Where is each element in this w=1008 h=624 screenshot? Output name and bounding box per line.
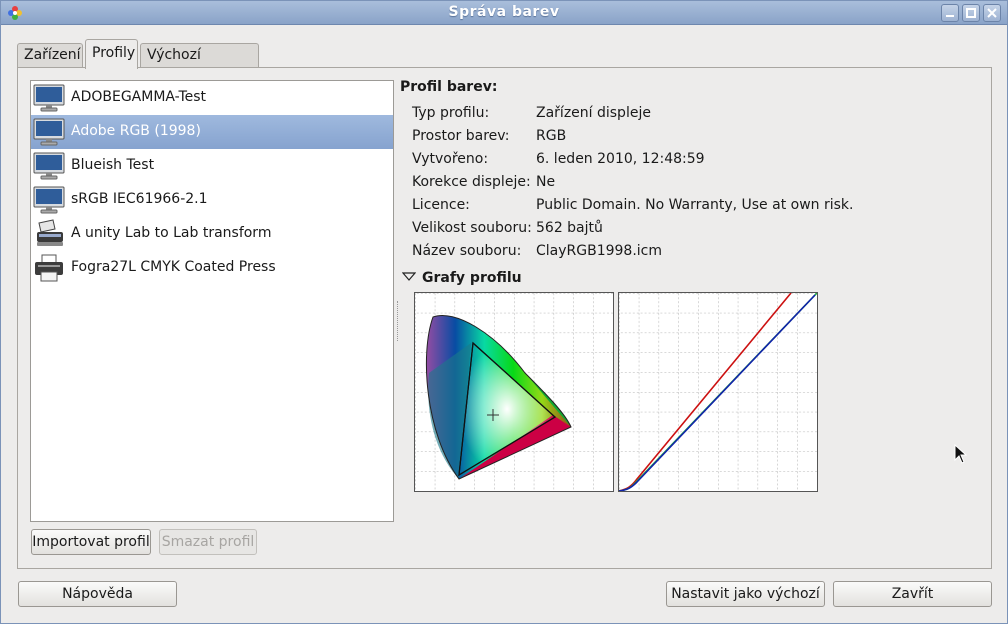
- maximize-icon: [966, 8, 976, 18]
- property-label: Licence:: [412, 197, 470, 213]
- expander-triangle-icon[interactable]: [402, 270, 416, 284]
- list-item[interactable]: A unity Lab to Lab transform: [31, 217, 393, 251]
- mouse-cursor-icon: [954, 444, 968, 464]
- property-label: Korekce displeje:: [412, 174, 531, 190]
- close-icon: [987, 8, 997, 18]
- minimize-button[interactable]: [941, 4, 959, 22]
- list-item[interactable]: Fogra27L CMYK Coated Press: [31, 251, 393, 285]
- tab-profiles[interactable]: Profily: [85, 39, 138, 69]
- monitor-icon: [33, 84, 65, 112]
- import-profile-button[interactable]: Importovat profil: [31, 529, 151, 555]
- help-button[interactable]: Nápověda: [18, 581, 177, 607]
- profile-name: Blueish Test: [71, 157, 155, 173]
- tab-defaults[interactable]: Výchozí hodnoty: [140, 43, 259, 86]
- title-bar[interactable]: Správa barev: [1, 1, 1007, 25]
- property-value: 562 bajtů: [536, 220, 603, 236]
- property-label: Velikost souboru:: [412, 220, 532, 236]
- scanner-icon: [37, 219, 63, 246]
- property-value: Ne: [536, 174, 556, 190]
- color-manager-window: Správa barev Zařízení Profily Výchozí ho…: [0, 0, 1008, 624]
- profile-name: sRGB IEC61966-2.1: [71, 191, 208, 207]
- property-value: ClayRGB1998.icm: [536, 243, 663, 259]
- pane-resize-grip[interactable]: [397, 301, 399, 341]
- close-window-button[interactable]: [983, 4, 1001, 22]
- trc-curves-graph: [618, 292, 818, 492]
- cie-diagram: [415, 293, 613, 491]
- property-label: Typ profilu:: [412, 105, 490, 121]
- list-item-selected[interactable]: Adobe RGB (1998): [31, 115, 393, 149]
- maximize-button[interactable]: [962, 4, 980, 22]
- monitor-icon: [33, 152, 65, 180]
- property-value: Zařízení displeje: [536, 105, 651, 121]
- window-title: Správa barev: [448, 4, 560, 20]
- tab-devices[interactable]: Zařízení: [17, 43, 83, 68]
- property-value: Public Domain. No Warranty, Use at own r…: [536, 197, 854, 213]
- profile-heading: Profil barev:: [400, 79, 498, 95]
- printer-icon: [35, 254, 63, 282]
- profile-list[interactable]: ADOBEGAMMA-Test Adobe RGB (1998) Blueish…: [30, 80, 394, 522]
- minimize-icon: [946, 15, 954, 17]
- property-value: RGB: [536, 128, 567, 144]
- monitor-icon: [33, 186, 65, 214]
- list-item[interactable]: Blueish Test: [31, 149, 393, 183]
- cie-gamut-graph: [414, 292, 614, 492]
- profile-name: Adobe RGB (1998): [71, 123, 201, 139]
- set-default-button[interactable]: Nastavit jako výchozí: [666, 581, 825, 607]
- close-button[interactable]: Zavřít: [833, 581, 992, 607]
- list-item[interactable]: sRGB IEC61966-2.1: [31, 183, 393, 217]
- list-item[interactable]: ADOBEGAMMA-Test: [31, 81, 393, 115]
- property-label: Vytvořeno:: [412, 151, 489, 167]
- profile-name: A unity Lab to Lab transform: [71, 225, 272, 241]
- monitor-icon: [33, 118, 65, 146]
- property-value: 6. leden 2010, 12:48:59: [536, 151, 705, 167]
- property-label: Název souboru:: [412, 243, 522, 259]
- profile-name: Fogra27L CMYK Coated Press: [71, 259, 276, 275]
- property-label: Prostor barev:: [412, 128, 510, 144]
- tone-curve-plot: [619, 293, 817, 491]
- profile-name: ADOBEGAMMA-Test: [71, 89, 207, 105]
- graphs-expander[interactable]: Grafy profilu: [422, 270, 522, 286]
- delete-profile-button[interactable]: Smazat profil: [159, 529, 257, 555]
